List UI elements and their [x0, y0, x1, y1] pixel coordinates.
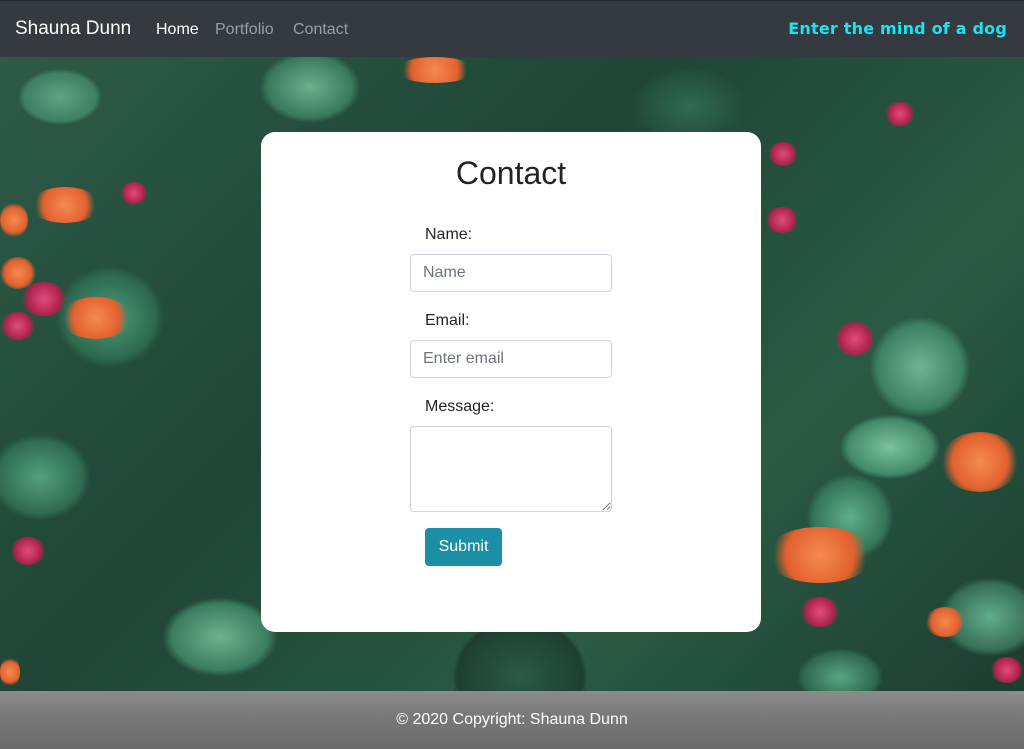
flower-decoration [940, 432, 1020, 492]
flower-decoration [990, 657, 1024, 683]
flower-decoration [800, 597, 840, 627]
copyright-text: © 2020 Copyright: Shauna Dunn [396, 711, 628, 728]
email-label: Email: [425, 312, 470, 329]
nav-link-contact[interactable]: Contact [293, 20, 348, 40]
nav-link-portfolio[interactable]: Portfolio [215, 20, 274, 40]
flower-decoration [768, 142, 798, 166]
name-input[interactable] [410, 254, 612, 292]
submit-button[interactable]: Submit [425, 528, 502, 566]
flower-decoration [120, 182, 148, 204]
flower-decoration [0, 657, 20, 687]
flower-decoration [835, 322, 875, 356]
message-label: Message: [425, 398, 495, 415]
message-textarea[interactable] [410, 426, 612, 512]
flower-decoration [60, 297, 132, 339]
flower-decoration [885, 102, 915, 126]
flower-decoration [20, 282, 68, 316]
flower-decoration [10, 537, 46, 565]
flower-decoration [765, 207, 799, 233]
flower-decoration [765, 527, 875, 583]
footer: © 2020 Copyright: Shauna Dunn [0, 691, 1024, 749]
flower-decoration [925, 607, 965, 637]
brand-link[interactable]: Shauna Dunn [15, 18, 131, 40]
top-navbar: Shauna Dunn Home Portfolio Contact Enter… [0, 0, 1024, 57]
nav-link-home[interactable]: Home [156, 20, 199, 40]
tagline-link[interactable]: Enter the mind of a dog [788, 19, 1007, 38]
page-title: Contact [455, 155, 567, 191]
email-input[interactable] [410, 340, 612, 378]
flower-decoration [395, 57, 475, 83]
flower-decoration [30, 187, 100, 223]
contact-card: Contact Name: Email: Message: Submit [261, 132, 761, 632]
name-label: Name: [425, 226, 473, 243]
flower-decoration [0, 312, 36, 340]
flower-decoration [0, 202, 28, 238]
